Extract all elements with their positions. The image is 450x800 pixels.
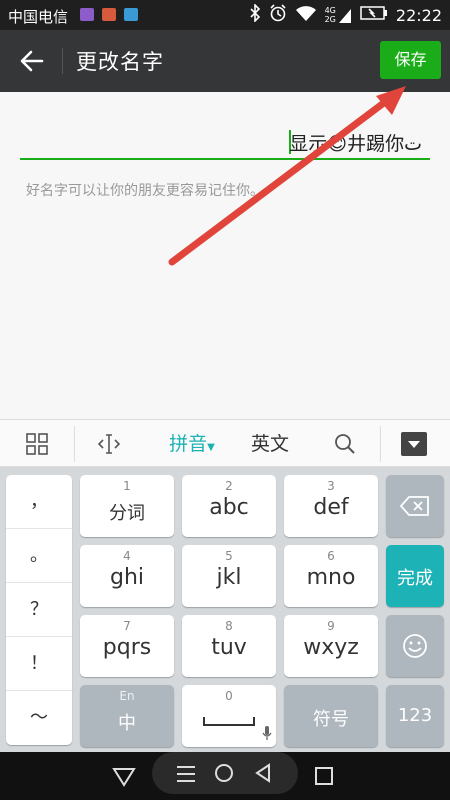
key-1[interactable]: 1 分词 [80, 475, 174, 537]
app-notification-icon [80, 8, 94, 21]
emoji-key[interactable] [386, 615, 444, 677]
toolbar-divider [62, 48, 63, 74]
lang-switch-top: En [119, 689, 135, 703]
triangle-down-icon[interactable] [112, 766, 136, 792]
punct-key[interactable]: ！ [6, 637, 72, 691]
ime-toolbar: 拼音▼ 英文 [0, 419, 450, 467]
name-input-value: 显示​😊井踢你ت [289, 133, 422, 155]
backspace-key[interactable] [386, 475, 444, 537]
battery-icon [360, 5, 388, 25]
key-3[interactable]: 3 def [284, 475, 378, 537]
lang-switch-label: 中 [118, 713, 136, 734]
keyboard: ， 。 ？ ！ ～ 1 分词 2 abc 3 def 4 ghi 5 jkl 6… [0, 467, 450, 752]
key-number: 8 [225, 619, 233, 633]
network-label: 4G [324, 6, 336, 15]
key-label: pqrs [102, 635, 152, 660]
search-icon[interactable] [330, 420, 360, 468]
carrier-label: 中国电信 [8, 8, 69, 26]
save-button[interactable]: 保存 [380, 41, 441, 79]
key-number: 5 [225, 549, 233, 563]
status-bar: 中国电信 4G 2G 22:22 [0, 0, 450, 30]
smiley-icon [403, 634, 427, 658]
home-icon[interactable] [214, 763, 234, 787]
name-hint: 好名字可以让你的朋友更容易记住你。 [26, 183, 264, 199]
punct-key[interactable]: 。 [6, 529, 72, 583]
key-7[interactable]: 7 pqrs [80, 615, 174, 677]
punct-key[interactable]: ， [6, 475, 72, 529]
done-button[interactable]: 完成 [386, 545, 444, 607]
punct-key[interactable]: ？ [6, 583, 72, 637]
key-4[interactable]: 4 ghi [80, 545, 174, 607]
key-2[interactable]: 2 abc [182, 475, 276, 537]
backspace-icon [400, 496, 429, 516]
ime-divider [380, 426, 381, 462]
caret-down-icon: ▼ [207, 442, 215, 453]
key-number: 6 [327, 549, 335, 563]
key-label: abc [209, 495, 249, 520]
key-label: jkl [216, 565, 242, 590]
punct-key[interactable]: ～ [6, 691, 72, 745]
key-number: 4 [123, 549, 131, 563]
numbers-label: 123 [397, 705, 433, 726]
signal-icon: 4G 2G [325, 6, 352, 24]
clock-time: 22:22 [395, 5, 442, 25]
symbol-label: 符号 [313, 709, 349, 730]
toolbar: 更改名字 保存 [0, 30, 450, 92]
bluetooth-icon [249, 3, 261, 26]
alarm-icon [269, 4, 287, 26]
key-label: tuv [211, 635, 247, 660]
key-number: 0 [225, 689, 233, 703]
arrow-left-icon[interactable] [18, 47, 46, 75]
wifi-icon [295, 4, 317, 26]
key-number: 9 [327, 619, 335, 633]
symbol-key[interactable]: 符号 [284, 685, 378, 747]
key-number: 3 [327, 479, 335, 493]
key-label: def [313, 495, 349, 520]
key-number: 7 [123, 619, 131, 633]
key-label: ghi [109, 565, 145, 590]
done-label: 完成 [397, 568, 433, 589]
key-9[interactable]: 9 wxyz [284, 615, 378, 677]
tab-english[interactable]: 英文 [246, 420, 294, 468]
space-key[interactable]: 0 [182, 685, 276, 747]
key-6[interactable]: 6 mno [284, 545, 378, 607]
ime-divider [74, 426, 75, 462]
cursor-move-icon[interactable] [92, 420, 126, 468]
grid-icon[interactable] [20, 420, 54, 468]
tab-pinyin[interactable]: 拼音▼ [160, 420, 224, 468]
key-number: 2 [225, 479, 233, 493]
network-label: 2G [324, 15, 336, 24]
tab-pinyin-label: 拼音 [169, 433, 208, 455]
space-bar-icon [203, 717, 255, 726]
page-title: 更改名字 [76, 50, 164, 74]
name-input[interactable]: 显示​😊井踢你ت [20, 126, 430, 160]
microphone-icon [262, 726, 272, 740]
language-switch-key[interactable]: En 中 [80, 685, 174, 747]
app-notification-icon [124, 8, 138, 21]
edit-name-form: 显示​😊井踢你ت 好名字可以让你的朋友更容易记住你。 [0, 92, 450, 419]
back-icon[interactable] [254, 763, 272, 787]
key-8[interactable]: 8 tuv [182, 615, 276, 677]
key-label: 分词 [109, 503, 145, 524]
app-notification-icon [102, 8, 116, 21]
menu-icon[interactable] [176, 765, 196, 787]
punctuation-column: ， 。 ？ ！ ～ [6, 475, 72, 745]
numbers-key[interactable]: 123 [386, 685, 444, 747]
key-label: mno [306, 565, 356, 590]
key-label: wxyz [303, 635, 359, 660]
hide-keyboard-icon[interactable] [398, 420, 430, 468]
recents-icon[interactable] [314, 766, 334, 790]
key-number: 1 [123, 479, 131, 493]
key-5[interactable]: 5 jkl [182, 545, 276, 607]
system-nav-bar [0, 752, 450, 800]
